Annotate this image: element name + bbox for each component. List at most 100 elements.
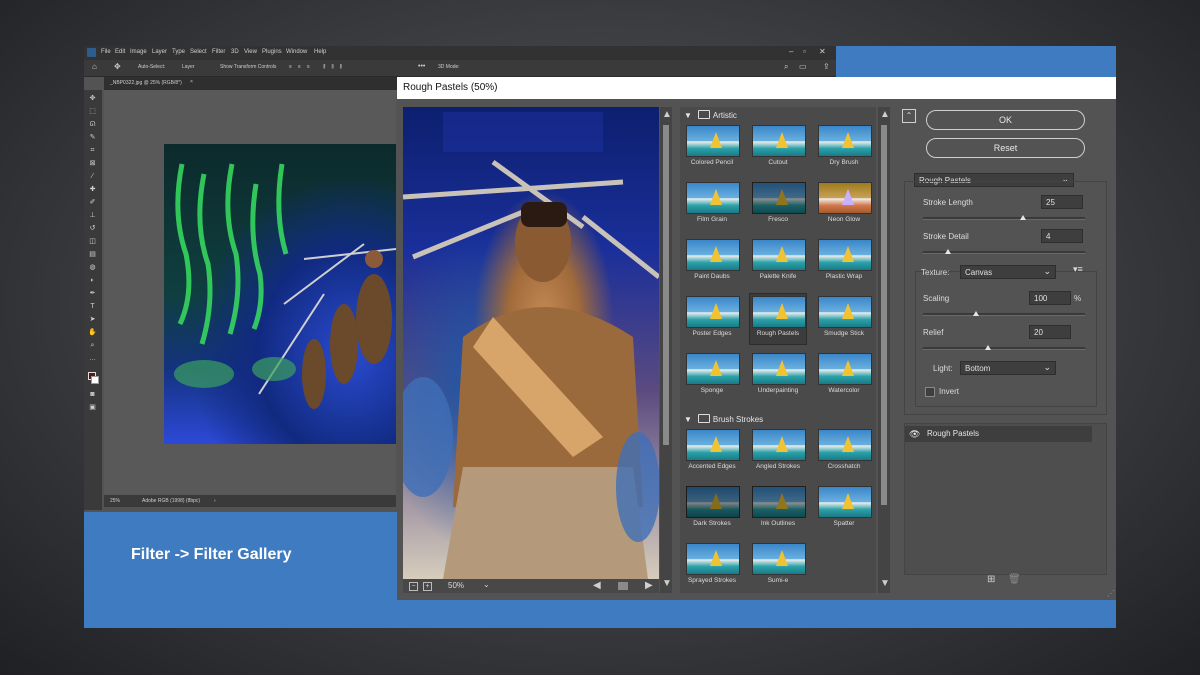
move-tool-icon[interactable]: ✥ [88,95,97,102]
menu-window[interactable]: Window [286,49,307,55]
preview-image[interactable] [403,107,659,579]
color-swatches-icon[interactable] [88,372,99,384]
close-icon[interactable]: ✕ [819,47,826,56]
maximize-icon[interactable]: ▫ [803,47,806,56]
gradient-tool-icon[interactable]: ▤ [88,251,97,258]
dodge-tool-icon[interactable]: ◐ [88,277,97,284]
filter-thumb[interactable]: Film Grain [684,180,740,230]
scroll-down-icon[interactable]: ▼ [880,579,890,589]
zoom-level[interactable]: 25% [110,498,120,504]
path-select-tool-icon[interactable]: ➤ [88,316,97,323]
delete-effect-layer-icon[interactable]: 🗑 [1008,574,1021,585]
stroke-length-input[interactable]: 25 [1041,195,1083,209]
search-icon[interactable]: ⌕ [784,62,788,72]
filter-thumb[interactable]: Watercolor [816,351,872,401]
marquee-tool-icon[interactable]: ⬚ [88,108,97,115]
type-tool-icon[interactable]: T [88,303,97,310]
stroke-detail-knob[interactable] [945,249,951,254]
filter-thumb[interactable]: Plastic Wrap [816,237,872,287]
quick-select-tool-icon[interactable]: ✎ [88,134,97,141]
eraser-tool-icon[interactable]: ◫ [88,238,97,245]
move-tool-icon[interactable]: ✥ [114,62,121,71]
show-transform-checkbox[interactable]: Show Transform Controls [220,64,276,70]
reset-button[interactable]: Reset [926,138,1085,158]
filter-thumb[interactable]: Neon Glow [816,180,872,230]
relief-knob[interactable] [985,345,991,350]
menu-help[interactable]: Help [314,49,326,55]
menu-file[interactable]: File [101,49,111,55]
filter-thumb[interactable]: Angled Strokes [750,427,806,477]
menu-3d[interactable]: 3D [231,49,239,55]
filter-thumb[interactable]: Paint Daubs [684,237,740,287]
auto-select-checkbox[interactable]: Auto-Select: [138,64,165,70]
minimize-icon[interactable]: – [789,47,793,56]
filter-thumb[interactable]: Sprayed Strokes [684,541,740,591]
filter-thumb[interactable]: Dark Strokes [684,484,740,534]
texture-menu-icon[interactable]: ▾≡ [1073,264,1083,275]
preview-zoom-value[interactable]: 50% [448,581,464,590]
menu-edit[interactable]: Edit [115,49,125,55]
menu-plugins[interactable]: Plugins [262,49,282,55]
zoom-out-icon[interactable]: − [409,582,418,591]
zoom-tool-icon[interactable]: ⌕ [88,342,97,349]
stroke-length-knob[interactable] [1020,215,1026,220]
menu-layer[interactable]: Layer [152,49,167,55]
more-tools-icon[interactable]: … [88,355,97,362]
filter-thumb-selected[interactable]: Rough Pastels [749,293,807,345]
filter-thumb[interactable]: Sponge [684,351,740,401]
scroll-up-icon[interactable]: ▲ [662,110,672,120]
stamp-tool-icon[interactable]: ⊥ [88,212,97,219]
menu-select[interactable]: Select [190,49,207,55]
resize-grip-icon[interactable]: ⋰ [1107,589,1115,598]
scaling-slider[interactable] [923,313,1085,316]
zoom-dropdown-icon[interactable]: ⌄ [483,580,490,589]
light-dropdown[interactable]: Bottom [960,360,1056,375]
relief-input[interactable]: 20 [1029,325,1071,339]
filter-thumb[interactable]: Smudge Stick [816,294,872,344]
scroll-left-icon[interactable]: ◀ [593,581,601,591]
history-brush-icon[interactable]: ↺ [88,225,97,232]
filter-thumb[interactable]: Dry Brush [816,123,872,173]
scaling-knob[interactable] [973,311,979,316]
scroll-down-icon[interactable]: ▼ [662,579,672,589]
filter-thumb[interactable]: Underpainting [750,351,806,401]
menu-type[interactable]: Type [172,49,185,55]
crop-tool-icon[interactable]: ⌗ [88,147,97,154]
stroke-length-slider[interactable] [923,217,1085,220]
collapse-thumbnails-icon[interactable]: ⌃ [902,109,916,123]
filter-thumb[interactable]: Cutout [750,123,806,173]
preview-pane[interactable] [403,107,659,579]
screen-mode-icon[interactable]: ▣ [88,404,97,411]
healing-tool-icon[interactable]: ✚ [88,186,97,193]
document-photo[interactable] [164,144,396,444]
filter-thumb[interactable]: Fresco [750,180,806,230]
filter-thumb[interactable]: Spatter [816,484,872,534]
lasso-tool-icon[interactable]: ᘏ [88,121,97,128]
filter-thumb[interactable]: Ink Outlines [750,484,806,534]
filter-thumb[interactable]: Sumi-e [750,541,806,591]
ok-button[interactable]: OK [926,110,1085,130]
preview-vertical-scrollbar[interactable]: ▲ ▼ [660,107,672,593]
share-icon[interactable]: ⇪ [823,62,830,71]
menu-view[interactable]: View [244,49,257,55]
relief-slider[interactable] [923,347,1085,350]
menu-filter[interactable]: Filter [212,49,225,55]
eyedropper-tool-icon[interactable]: ⁄ [88,173,97,180]
scroll-up-icon[interactable]: ▲ [880,110,890,120]
home-icon[interactable]: ⌂ [92,62,97,71]
blur-tool-icon[interactable]: ◍ [88,264,97,271]
layer-dropdown[interactable]: Layer [182,64,195,70]
pen-tool-icon[interactable]: ✒ [88,290,97,297]
stroke-detail-input[interactable]: 4 [1041,229,1083,243]
eye-icon[interactable]: 👁 [909,426,920,442]
category-artistic[interactable]: ▼ Artistic [684,109,737,123]
align-icons[interactable]: ≡≡≡ ⫼⫼⫼ [289,64,348,70]
document-tab[interactable]: _NBP0322.jpg @ 25% (RGB/8*) × [104,77,404,90]
filter-thumb[interactable]: Colored Pencil [684,123,740,173]
workspace-icon[interactable]: ▭ [799,62,807,71]
zoom-in-icon[interactable]: + [423,582,432,591]
horizontal-scroll-thumb[interactable] [618,582,628,590]
effect-layer-row[interactable]: 👁 Rough Pastels [905,426,1092,442]
thumbnails-scrollbar[interactable]: ▲ ▼ [878,107,890,593]
more-icon[interactable]: ••• [418,63,425,70]
